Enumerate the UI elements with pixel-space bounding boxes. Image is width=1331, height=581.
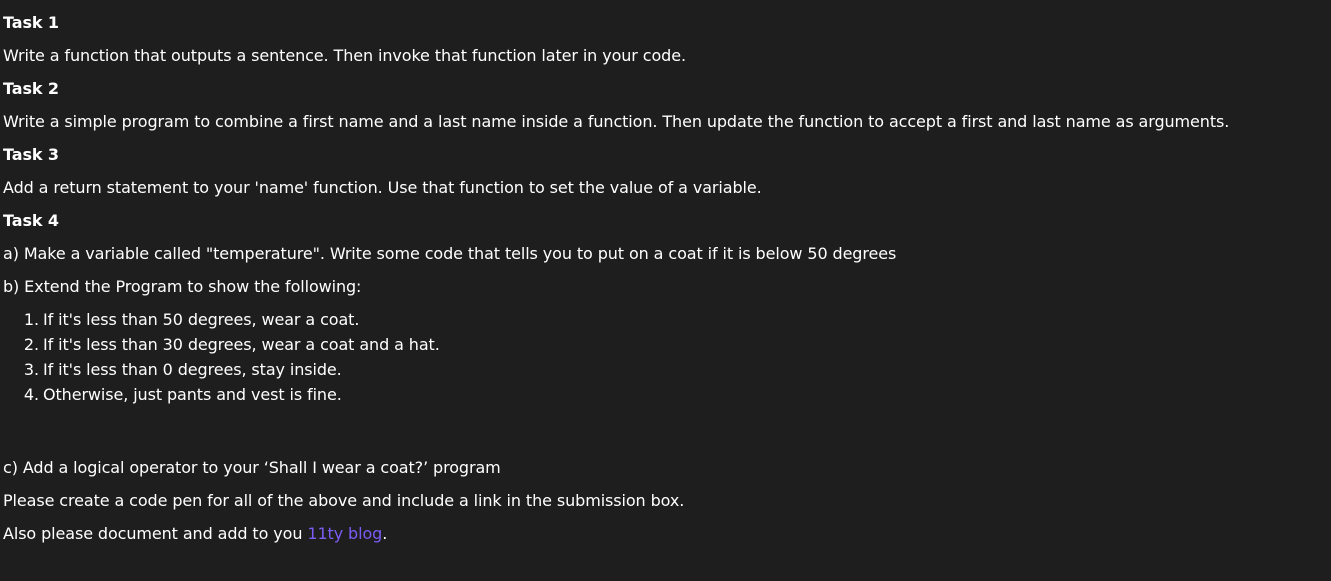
task2-heading: Task 2 [3,79,59,98]
task4-part-b: b) Extend the Program to show the follow… [3,277,362,296]
list-item-number: 2. [23,335,39,354]
task4-part-c: c) Add a logical operator to your ‘Shall… [3,458,501,477]
task2-text: Write a simple program to combine a firs… [3,112,1230,131]
task4-part-a: a) Make a variable called "temperature".… [3,244,897,263]
list-item: 3. If it's less than 0 degrees, stay insi… [22,360,342,380]
list-item-text: If it's less than 30 degrees, wear a coa… [43,335,440,354]
list-item-number: 3. [23,360,39,379]
blog-prefix: Also please document and add to you [3,524,308,543]
blog-instruction: Also please document and add to you 11ty… [3,524,387,544]
task1-text: Write a function that outputs a sentence… [3,46,686,65]
task3-heading: Task 3 [3,145,59,164]
list-item-number: 1. [23,310,39,329]
list-item-number: 4. [23,385,39,404]
list-item-text: If it's less than 0 degrees, stay inside… [43,360,342,379]
task3-text: Add a return statement to your 'name' fu… [3,178,762,197]
list-item: 4. Otherwise, just pants and vest is fine… [22,385,342,405]
codepen-instruction: Please create a code pen for all of the … [3,491,685,510]
list-item: 1. If it's less than 50 degrees, wear a c… [22,310,360,330]
list-item-text: Otherwise, just pants and vest is fine. [43,385,342,404]
task4-heading: Task 4 [3,211,59,230]
task1-heading: Task 1 [3,13,59,32]
list-item-text: If it's less than 50 degrees, wear a coa… [43,310,360,329]
blog-suffix: . [382,524,388,543]
blog-link[interactable]: 11ty blog [307,524,382,543]
list-item: 2. If it's less than 30 degrees, wear a c… [22,335,440,355]
assignment-page: Task 1 Write a function that outputs a s… [0,0,1331,581]
